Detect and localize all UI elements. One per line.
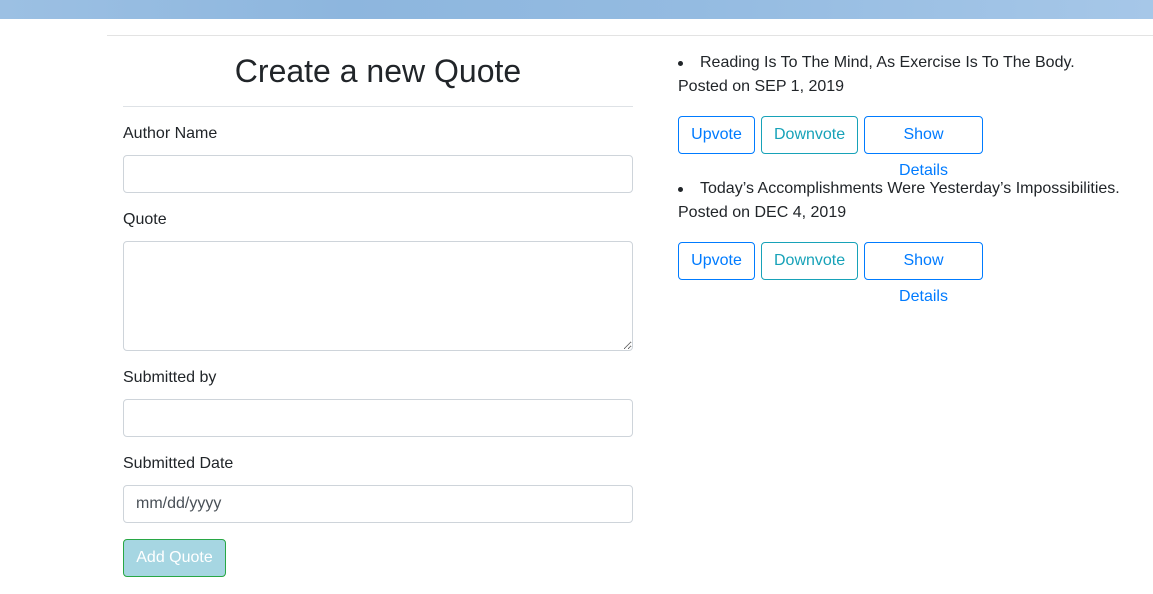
downvote-button[interactable]: Downvote [761,242,858,280]
quote-list: Reading Is To The Mind, As Exercise Is T… [678,52,1148,305]
bullet-icon [678,187,683,192]
quote-posted-date: Posted on SEP 1, 2019 [678,78,845,95]
quote-actions: Upvote Downvote Show Details [678,116,983,179]
new-quote-form: Create a new Quote Author Name Quote Sub… [123,36,633,577]
author-name-label: Author Name [123,125,218,142]
author-name-input[interactable] [123,155,633,193]
quote-label: Quote [123,211,167,228]
quote-text: Today’s Accomplishments Were Yesterday’s… [700,180,1120,197]
add-quote-button[interactable]: Add Quote [123,539,226,577]
submitted-by-input[interactable] [123,399,633,437]
submitted-by-label: Submitted by [123,369,217,386]
show-details-button[interactable]: Show Details [864,242,983,305]
quote-textarea[interactable] [123,241,633,351]
submitted-date-label: Submitted Date [123,455,234,472]
downvote-button[interactable]: Downvote [761,116,858,154]
form-title: Create a new Quote [123,36,633,107]
submitted-date-input[interactable] [123,485,633,523]
list-item: Today’s Accomplishments Were Yesterday’s… [678,178,1148,305]
top-banner [0,0,1153,19]
quote-actions: Upvote Downvote Show Details [678,242,983,305]
quote-posted-date: Posted on DEC 4, 2019 [678,204,847,221]
upvote-button[interactable]: Upvote [678,242,755,280]
bullet-icon [678,61,683,66]
quote-text: Reading Is To The Mind, As Exercise Is T… [700,54,1075,71]
show-details-button[interactable]: Show Details [864,116,983,179]
list-item: Reading Is To The Mind, As Exercise Is T… [678,52,1148,179]
upvote-button[interactable]: Upvote [678,116,755,154]
